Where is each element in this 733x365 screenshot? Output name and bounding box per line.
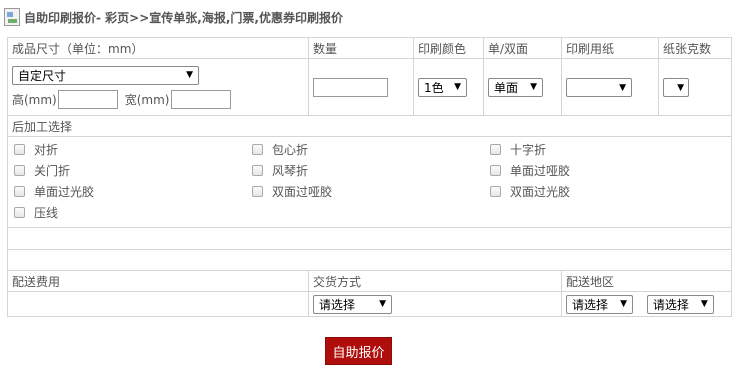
weight-select[interactable]: ▼ xyxy=(663,78,689,98)
sides-column-header: 单/双面 xyxy=(483,37,562,59)
height-label: 高(mm) xyxy=(12,92,57,107)
width-label: 宽(mm) xyxy=(124,92,170,107)
delivery-method-label: 交货方式 xyxy=(308,270,562,292)
checkbox[interactable] xyxy=(252,144,263,155)
dropdown-arrow-icon: ▼ xyxy=(530,82,537,92)
option-label: 十字折 xyxy=(510,143,547,157)
dropdown-arrow-icon: ▼ xyxy=(454,82,461,92)
option-single-matte[interactable]: 单面过哑胶 xyxy=(490,162,710,179)
option-label: 单面过光胶 xyxy=(34,185,95,199)
option-label: 压线 xyxy=(34,206,59,220)
option-duizhe[interactable]: 对折 xyxy=(14,141,252,158)
quote-form-table: 成品尺寸（单位：mm） 数量 印刷颜色 单/双面 印刷用纸 纸张克数 自定尺寸 … xyxy=(7,37,732,317)
dropdown-arrow-icon: ▼ xyxy=(379,299,386,309)
option-double-gloss[interactable]: 双面过光胶 xyxy=(490,183,710,200)
size-column-header: 成品尺寸（单位：mm） xyxy=(7,37,309,59)
size-select[interactable]: 自定尺寸 ▼ xyxy=(12,65,199,85)
checkbox[interactable] xyxy=(252,186,263,197)
delivery-province-value: 请选择 xyxy=(572,297,609,312)
delivery-method-select[interactable]: 请选择 ▼ xyxy=(313,294,392,314)
dropdown-arrow-icon: ▼ xyxy=(620,299,627,309)
size-select-value: 自定尺寸 xyxy=(18,68,67,83)
height-input[interactable] xyxy=(57,89,118,109)
color-column-header: 印刷颜色 xyxy=(413,37,484,59)
dropdown-arrow-icon: ▼ xyxy=(186,70,193,80)
checkbox[interactable] xyxy=(14,207,25,218)
color-select-value: 1色 xyxy=(424,80,444,95)
broken-image-icon xyxy=(4,8,20,26)
option-label: 关门折 xyxy=(34,164,71,178)
page-header: 自助印刷报价- 彩页>>宣传单张,海报,门票,优惠券印刷报价 xyxy=(4,6,343,28)
shipping-fee-label: 配送费用 xyxy=(7,270,309,292)
option-double-matte[interactable]: 双面过哑胶 xyxy=(252,183,490,200)
quantity-input[interactable] xyxy=(313,77,388,97)
option-label: 双面过光胶 xyxy=(510,185,571,199)
checkbox[interactable] xyxy=(490,186,501,197)
color-select[interactable]: 1色 ▼ xyxy=(418,77,467,97)
post-processing-title: 后加工选择 xyxy=(7,115,732,137)
width-input[interactable] xyxy=(170,89,231,109)
checkbox[interactable] xyxy=(14,165,25,176)
quantity-column-header: 数量 xyxy=(308,37,414,59)
delivery-city-value: 请选择 xyxy=(652,297,689,312)
paper-select[interactable]: ▼ xyxy=(566,78,632,98)
sides-select[interactable]: 单面 ▼ xyxy=(488,77,543,97)
option-single-gloss[interactable]: 单面过光胶 xyxy=(14,183,252,200)
option-label: 双面过哑胶 xyxy=(272,185,333,199)
weight-column-header: 纸张克数 xyxy=(658,37,732,59)
sides-select-value: 单面 xyxy=(494,80,519,95)
option-label: 对折 xyxy=(34,143,59,157)
option-shizizhe[interactable]: 十字折 xyxy=(490,141,710,158)
delivery-province-select[interactable]: 请选择 ▼ xyxy=(566,294,633,314)
delivery-area-label: 配送地区 xyxy=(561,270,732,292)
shipping-fee-value xyxy=(7,291,309,317)
paper-column-header: 印刷用纸 xyxy=(561,37,659,59)
dropdown-arrow-icon: ▼ xyxy=(619,82,626,93)
page-title: 自助印刷报价- 彩页>>宣传单张,海报,门票,优惠券印刷报价 xyxy=(24,10,343,25)
delivery-city-select[interactable]: 请选择 ▼ xyxy=(646,294,714,314)
checkbox[interactable] xyxy=(252,165,263,176)
dropdown-arrow-icon: ▼ xyxy=(677,82,684,93)
option-baoxinzhe[interactable]: 包心折 xyxy=(252,141,490,158)
quote-submit-button[interactable]: 自助报价 xyxy=(325,337,392,365)
empty-row xyxy=(7,227,732,250)
option-label: 包心折 xyxy=(272,143,309,157)
empty-row xyxy=(7,249,732,271)
option-label: 单面过哑胶 xyxy=(510,164,571,178)
checkbox[interactable] xyxy=(14,186,25,197)
checkbox[interactable] xyxy=(490,165,501,176)
option-label: 风琴折 xyxy=(272,164,309,178)
option-guanmenzhe[interactable]: 关门折 xyxy=(14,162,252,179)
delivery-method-value: 请选择 xyxy=(319,297,356,312)
option-fengqinzhe[interactable]: 风琴折 xyxy=(252,162,490,179)
checkbox[interactable] xyxy=(490,144,501,155)
dropdown-arrow-icon: ▼ xyxy=(700,299,708,309)
post-processing-options: 对折 包心折 十字折 关门折 风琴折 单面过哑胶 单面过光胶 双面过哑胶 双面过… xyxy=(12,138,727,226)
checkbox[interactable] xyxy=(14,144,25,155)
option-yaxian[interactable]: 压线 xyxy=(14,204,252,221)
